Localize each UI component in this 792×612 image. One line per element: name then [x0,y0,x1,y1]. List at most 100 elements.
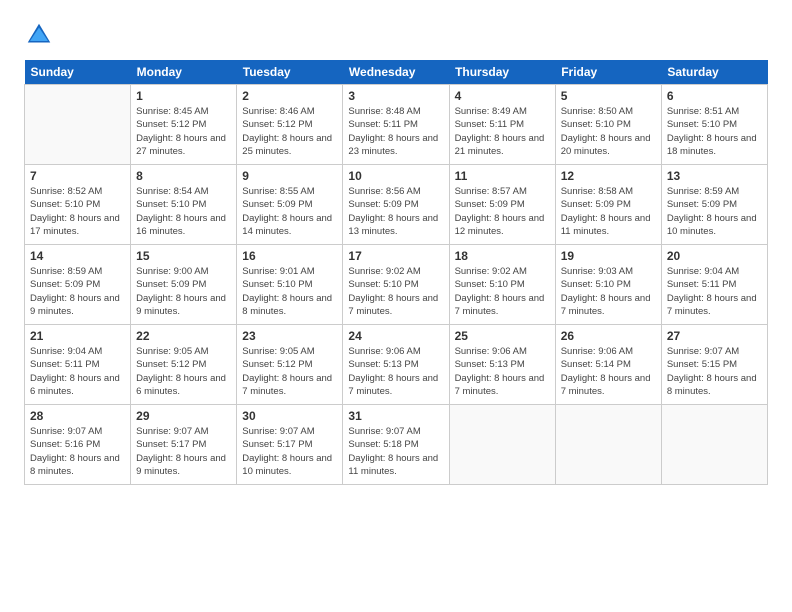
day-number: 14 [30,249,125,263]
day-number: 2 [242,89,337,103]
day-info: Sunrise: 9:04 AMSunset: 5:11 PMDaylight:… [667,265,762,318]
day-info: Sunrise: 8:58 AMSunset: 5:09 PMDaylight:… [561,185,656,238]
day-number: 8 [136,169,231,183]
day-number: 17 [348,249,443,263]
day-number: 21 [30,329,125,343]
day-info: Sunrise: 8:54 AMSunset: 5:10 PMDaylight:… [136,185,231,238]
day-info: Sunrise: 9:07 AMSunset: 5:17 PMDaylight:… [242,425,337,478]
day-number: 4 [455,89,550,103]
day-info: Sunrise: 8:48 AMSunset: 5:11 PMDaylight:… [348,105,443,158]
day-number: 15 [136,249,231,263]
header [24,20,768,50]
calendar-cell: 8 Sunrise: 8:54 AMSunset: 5:10 PMDaylight… [131,165,237,245]
day-number: 29 [136,409,231,423]
calendar-cell: 28Sunrise: 9:07 AMSunset: 5:16 PMDayligh… [25,405,131,485]
day-info: Sunrise: 9:03 AMSunset: 5:10 PMDaylight:… [561,265,656,318]
day-number: 13 [667,169,762,183]
day-info: Sunrise: 9:06 AMSunset: 5:13 PMDaylight:… [348,345,443,398]
calendar-cell: 23 Sunrise: 9:05 AMSunset: 5:12 PMDayligh… [237,325,343,405]
calendar-cell: 25 Sunrise: 9:06 AMSunset: 5:13 PMDayligh… [449,325,555,405]
logo [24,20,58,50]
calendar-cell [555,405,661,485]
weekday-header-wednesday: Wednesday [343,60,449,85]
day-number: 23 [242,329,337,343]
day-number: 19 [561,249,656,263]
day-number: 1 [136,89,231,103]
calendar-cell: 7Sunrise: 8:52 AMSunset: 5:10 PMDaylight… [25,165,131,245]
day-info: Sunrise: 8:50 AMSunset: 5:10 PMDaylight:… [561,105,656,158]
calendar-cell: 27Sunrise: 9:07 AMSunset: 5:15 PMDayligh… [661,325,767,405]
day-info: Sunrise: 8:52 AMSunset: 5:10 PMDaylight:… [30,185,125,238]
calendar-cell: 17 Sunrise: 9:02 AMSunset: 5:10 PMDayligh… [343,245,449,325]
day-info: Sunrise: 8:59 AMSunset: 5:09 PMDaylight:… [667,185,762,238]
day-info: Sunrise: 8:55 AMSunset: 5:09 PMDaylight:… [242,185,337,238]
weekday-header-saturday: Saturday [661,60,767,85]
weekday-header-thursday: Thursday [449,60,555,85]
day-info: Sunrise: 9:05 AMSunset: 5:12 PMDaylight:… [242,345,337,398]
calendar-cell: 12Sunrise: 8:58 AMSunset: 5:09 PMDayligh… [555,165,661,245]
calendar-cell: 14Sunrise: 8:59 AMSunset: 5:09 PMDayligh… [25,245,131,325]
page: SundayMondayTuesdayWednesdayThursdayFrid… [0,0,792,612]
day-info: Sunrise: 8:46 AMSunset: 5:12 PMDaylight:… [242,105,337,158]
calendar-cell: 9 Sunrise: 8:55 AMSunset: 5:09 PMDaylight… [237,165,343,245]
day-number: 10 [348,169,443,183]
weekday-header-friday: Friday [555,60,661,85]
day-info: Sunrise: 9:01 AMSunset: 5:10 PMDaylight:… [242,265,337,318]
day-number: 6 [667,89,762,103]
day-number: 26 [561,329,656,343]
calendar-cell: 29Sunrise: 9:07 AMSunset: 5:17 PMDayligh… [131,405,237,485]
day-info: Sunrise: 9:05 AMSunset: 5:12 PMDaylight:… [136,345,231,398]
day-number: 16 [242,249,337,263]
calendar-cell: 2 Sunrise: 8:46 AMSunset: 5:12 PMDaylight… [237,85,343,165]
day-number: 11 [455,169,550,183]
day-info: Sunrise: 8:56 AMSunset: 5:09 PMDaylight:… [348,185,443,238]
day-number: 30 [242,409,337,423]
day-info: Sunrise: 9:06 AMSunset: 5:13 PMDaylight:… [455,345,550,398]
calendar-cell: 6 Sunrise: 8:51 AMSunset: 5:10 PMDaylight… [661,85,767,165]
day-info: Sunrise: 9:02 AMSunset: 5:10 PMDaylight:… [348,265,443,318]
calendar-cell: 26 Sunrise: 9:06 AMSunset: 5:14 PMDayligh… [555,325,661,405]
calendar-cell: 20Sunrise: 9:04 AMSunset: 5:11 PMDayligh… [661,245,767,325]
calendar-cell: 15 Sunrise: 9:00 AMSunset: 5:09 PMDayligh… [131,245,237,325]
day-number: 31 [348,409,443,423]
calendar-cell: 11 Sunrise: 8:57 AMSunset: 5:09 PMDayligh… [449,165,555,245]
calendar-cell [449,405,555,485]
week-row-1: 1 Sunrise: 8:45 AMSunset: 5:12 PMDaylight… [25,85,768,165]
day-info: Sunrise: 9:02 AMSunset: 5:10 PMDaylight:… [455,265,550,318]
calendar-cell: 30 Sunrise: 9:07 AMSunset: 5:17 PMDayligh… [237,405,343,485]
calendar-cell: 1 Sunrise: 8:45 AMSunset: 5:12 PMDaylight… [131,85,237,165]
calendar-cell: 10 Sunrise: 8:56 AMSunset: 5:09 PMDayligh… [343,165,449,245]
day-info: Sunrise: 9:07 AMSunset: 5:15 PMDaylight:… [667,345,762,398]
calendar-cell: 18Sunrise: 9:02 AMSunset: 5:10 PMDayligh… [449,245,555,325]
day-number: 22 [136,329,231,343]
day-info: Sunrise: 8:57 AMSunset: 5:09 PMDaylight:… [455,185,550,238]
weekday-header-sunday: Sunday [25,60,131,85]
weekday-header-row: SundayMondayTuesdayWednesdayThursdayFrid… [25,60,768,85]
day-info: Sunrise: 9:04 AMSunset: 5:11 PMDaylight:… [30,345,125,398]
calendar-cell: 5 Sunrise: 8:50 AMSunset: 5:10 PMDaylight… [555,85,661,165]
calendar-cell: 19 Sunrise: 9:03 AMSunset: 5:10 PMDayligh… [555,245,661,325]
day-number: 25 [455,329,550,343]
day-info: Sunrise: 8:51 AMSunset: 5:10 PMDaylight:… [667,105,762,158]
day-number: 24 [348,329,443,343]
calendar-cell: 3 Sunrise: 8:48 AMSunset: 5:11 PMDaylight… [343,85,449,165]
weekday-header-tuesday: Tuesday [237,60,343,85]
day-info: Sunrise: 8:45 AMSunset: 5:12 PMDaylight:… [136,105,231,158]
logo-icon [24,20,54,50]
calendar-cell: 31Sunrise: 9:07 AMSunset: 5:18 PMDayligh… [343,405,449,485]
calendar-cell: 13 Sunrise: 8:59 AMSunset: 5:09 PMDayligh… [661,165,767,245]
calendar-cell: 24 Sunrise: 9:06 AMSunset: 5:13 PMDayligh… [343,325,449,405]
day-info: Sunrise: 9:06 AMSunset: 5:14 PMDaylight:… [561,345,656,398]
week-row-3: 14Sunrise: 8:59 AMSunset: 5:09 PMDayligh… [25,245,768,325]
day-info: Sunrise: 9:07 AMSunset: 5:16 PMDaylight:… [30,425,125,478]
day-info: Sunrise: 8:49 AMSunset: 5:11 PMDaylight:… [455,105,550,158]
day-number: 9 [242,169,337,183]
calendar-cell: 4 Sunrise: 8:49 AMSunset: 5:11 PMDaylight… [449,85,555,165]
day-info: Sunrise: 9:00 AMSunset: 5:09 PMDaylight:… [136,265,231,318]
calendar-cell: 21 Sunrise: 9:04 AMSunset: 5:11 PMDayligh… [25,325,131,405]
day-number: 5 [561,89,656,103]
week-row-2: 7Sunrise: 8:52 AMSunset: 5:10 PMDaylight… [25,165,768,245]
day-number: 3 [348,89,443,103]
week-row-5: 28Sunrise: 9:07 AMSunset: 5:16 PMDayligh… [25,405,768,485]
week-row-4: 21 Sunrise: 9:04 AMSunset: 5:11 PMDayligh… [25,325,768,405]
